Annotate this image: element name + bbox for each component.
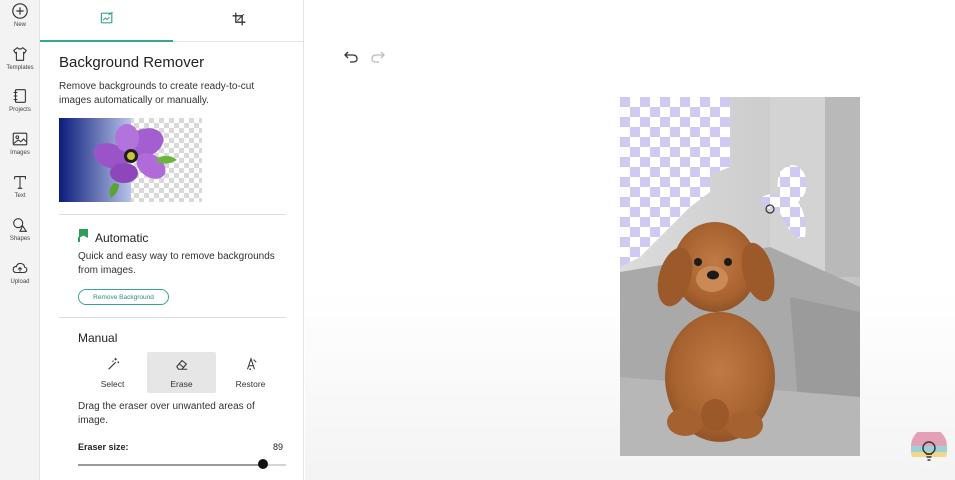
- rail-item-shapes[interactable]: Shapes: [0, 216, 40, 256]
- rail-label: Projects: [9, 107, 31, 113]
- automatic-title: Automatic: [95, 231, 149, 245]
- rail-label: Images: [10, 150, 30, 156]
- tool-restore[interactable]: Restore: [216, 352, 285, 393]
- rail-label: Templates: [6, 65, 34, 71]
- eraser-size-slider-track[interactable]: [78, 464, 286, 466]
- image-icon: [11, 130, 29, 148]
- remove-background-button[interactable]: Remove Background: [78, 289, 169, 305]
- tool-select[interactable]: Select: [78, 352, 147, 393]
- rail-item-images[interactable]: Images: [0, 130, 40, 170]
- tool-label: Erase: [170, 378, 193, 389]
- panel-tabs: [40, 0, 304, 42]
- flag-badge-icon: [78, 229, 89, 247]
- rail-item-new[interactable]: New: [0, 2, 40, 42]
- redo-icon[interactable]: [370, 48, 386, 64]
- rail-label: Text: [14, 193, 26, 199]
- rail-label: Shapes: [9, 236, 31, 242]
- tool-erase[interactable]: Erase: [147, 352, 216, 393]
- tool-label: Restore: [235, 378, 266, 389]
- tshirt-icon: [11, 45, 29, 63]
- section-divider: [59, 214, 286, 215]
- crop-icon: [231, 11, 247, 32]
- lightbulb-logo: [910, 428, 948, 470]
- eraser-size-label: Eraser size:: [78, 442, 129, 452]
- panel-description: Remove backgrounds to create ready-to-cu…: [59, 81, 255, 106]
- manual-title: Manual: [78, 331, 118, 345]
- left-rail: New Templates Projects Images Text Shape…: [0, 0, 40, 480]
- text-t-icon: [11, 173, 29, 191]
- image-edit-icon: [99, 10, 115, 31]
- rail-item-upload[interactable]: Upload: [0, 259, 40, 299]
- eraser-size-slider-fill: [78, 464, 264, 466]
- rail-item-templates[interactable]: Templates: [0, 45, 40, 85]
- restore-icon: [244, 356, 258, 376]
- panel-title: Background Remover: [59, 54, 205, 71]
- puppy-photo[interactable]: [620, 97, 860, 456]
- editing-canvas[interactable]: [305, 0, 955, 480]
- plus-circle-icon: [11, 2, 29, 20]
- tab-image-edit[interactable]: [40, 0, 173, 42]
- magic-wand-icon: [106, 357, 120, 376]
- rail-item-text[interactable]: Text: [0, 173, 40, 213]
- tab-crop[interactable]: [173, 0, 304, 42]
- background-remover-panel: Background Remover Remove backgrounds to…: [40, 0, 304, 480]
- shapes-icon: [11, 216, 29, 234]
- rail-item-projects[interactable]: Projects: [0, 87, 40, 127]
- automatic-header: Automatic: [78, 229, 148, 247]
- section-divider: [59, 317, 286, 318]
- rail-label: Upload: [10, 279, 30, 285]
- eraser-size-slider-thumb[interactable]: [258, 459, 269, 469]
- background-remover-preview-image: [59, 118, 202, 202]
- eraser-size-value: 89: [273, 442, 284, 452]
- notebook-icon: [11, 87, 29, 105]
- eraser-icon: [175, 357, 189, 376]
- automatic-description: Quick and easy way to remove backgrounds…: [78, 251, 275, 276]
- cloud-upload-icon: [11, 259, 29, 277]
- tool-label: Select: [100, 378, 125, 389]
- rail-label: New: [13, 22, 26, 28]
- undo-icon[interactable]: [343, 48, 359, 64]
- app-window: New Templates Projects Images Text Shape…: [0, 0, 955, 480]
- manual-description: Drag the eraser over unwanted areas of i…: [78, 401, 255, 426]
